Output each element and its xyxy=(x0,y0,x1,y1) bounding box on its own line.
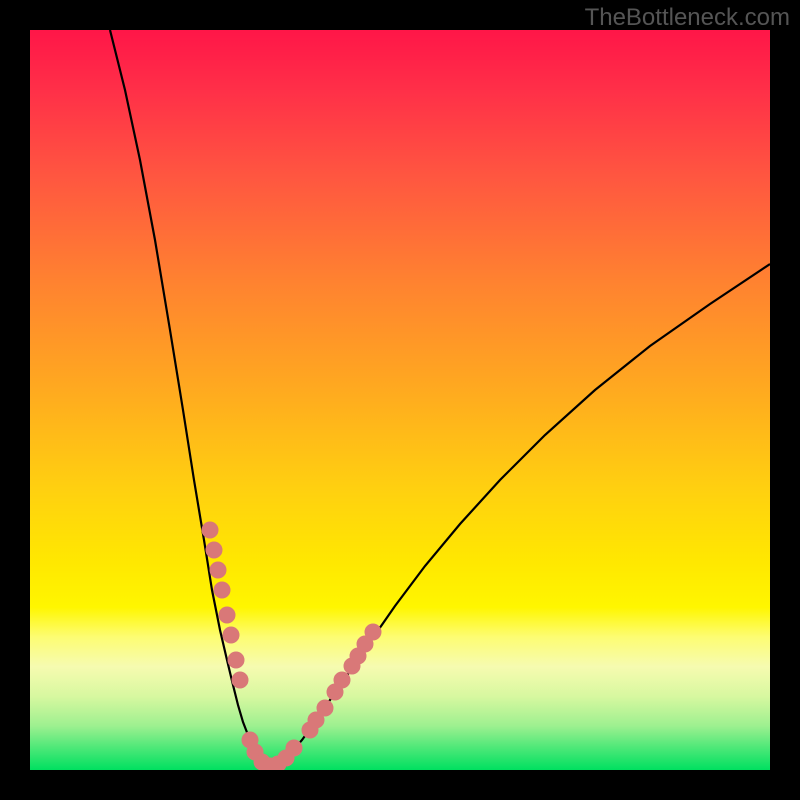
curve-left-branch xyxy=(110,30,270,766)
highlight-dot xyxy=(317,700,333,716)
highlight-dot xyxy=(365,624,381,640)
highlight-dot xyxy=(228,652,244,668)
plot-area xyxy=(30,30,770,770)
highlight-dot xyxy=(214,582,230,598)
highlight-dots-group xyxy=(202,522,381,770)
chart-svg xyxy=(30,30,770,770)
highlight-dot xyxy=(206,542,222,558)
highlight-dot xyxy=(334,672,350,688)
watermark-text: TheBottleneck.com xyxy=(585,4,790,32)
curve-right-branch xyxy=(270,264,770,766)
highlight-dot xyxy=(219,607,235,623)
highlight-dot xyxy=(286,740,302,756)
highlight-dot xyxy=(232,672,248,688)
highlight-dot xyxy=(202,522,218,538)
highlight-dot xyxy=(223,627,239,643)
highlight-dot xyxy=(210,562,226,578)
